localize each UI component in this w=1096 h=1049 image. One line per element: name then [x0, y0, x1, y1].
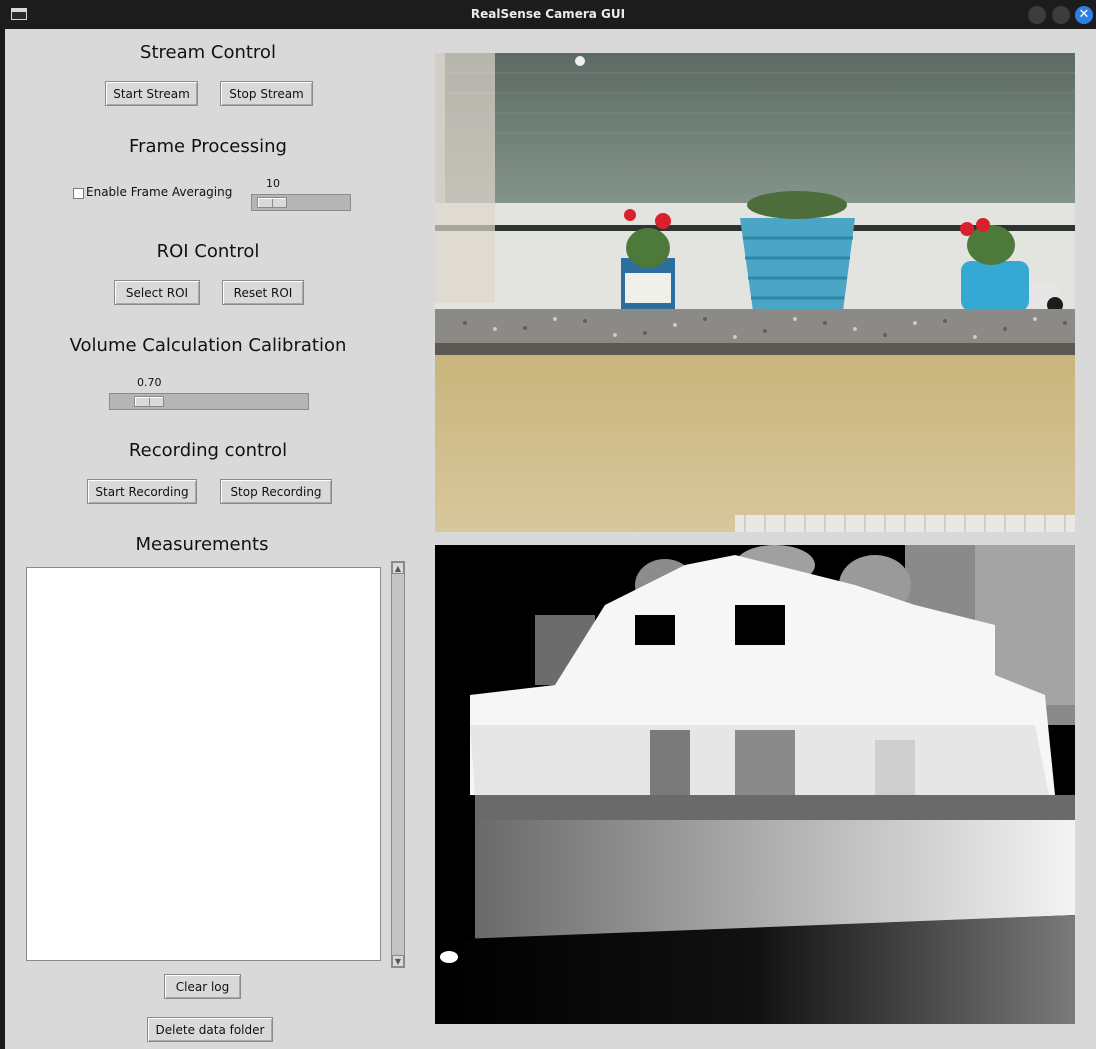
- depth-camera-image: [435, 545, 1075, 1024]
- calibration-scale-thumb[interactable]: [134, 396, 164, 407]
- reset-roi-button[interactable]: Reset ROI: [222, 280, 304, 305]
- close-icon: ✕: [1078, 7, 1090, 22]
- measurements-log[interactable]: [26, 567, 381, 961]
- frame-averaging-scale[interactable]: [251, 194, 351, 211]
- frame-processing-heading: Frame Processing: [129, 136, 287, 157]
- roi-control-heading: ROI Control: [156, 241, 260, 262]
- calibration-scale-value: 0.70: [137, 376, 162, 389]
- depth-camera-view: [435, 545, 1075, 1024]
- clear-log-button[interactable]: Clear log: [164, 974, 241, 999]
- close-button[interactable]: ✕: [1075, 6, 1093, 24]
- measurements-scrollbar[interactable]: ▲ ▼: [391, 561, 405, 968]
- title-bar: RealSense Camera GUI ✕: [0, 0, 1096, 28]
- frame-averaging-label: Enable Frame Averaging: [86, 185, 233, 199]
- stop-stream-button[interactable]: Stop Stream: [220, 81, 313, 106]
- maximize-button[interactable]: [1052, 6, 1070, 24]
- minimize-button[interactable]: [1028, 6, 1046, 24]
- select-roi-button[interactable]: Select ROI: [114, 280, 200, 305]
- measurements-heading: Measurements: [135, 534, 269, 555]
- start-stream-button[interactable]: Start Stream: [105, 81, 198, 106]
- stop-recording-button[interactable]: Stop Recording: [220, 479, 332, 504]
- calibration-scale[interactable]: [109, 393, 309, 410]
- stream-control-heading: Stream Control: [140, 42, 276, 63]
- start-recording-button[interactable]: Start Recording: [87, 479, 197, 504]
- window-title: RealSense Camera GUI: [470, 7, 626, 21]
- calibration-heading: Volume Calculation Calibration: [69, 335, 347, 356]
- frame-averaging-checkbox[interactable]: [73, 188, 84, 199]
- frame-averaging-scale-thumb[interactable]: [257, 197, 287, 208]
- scroll-down-icon[interactable]: ▼: [392, 955, 404, 967]
- color-camera-view: [435, 53, 1075, 532]
- scroll-up-icon[interactable]: ▲: [392, 562, 404, 574]
- color-camera-image: [435, 53, 1075, 532]
- main-window: Stream Control Start Stream Stop Stream …: [5, 29, 1096, 1049]
- frame-averaging-scale-value: 10: [266, 177, 280, 190]
- recording-heading: Recording control: [128, 440, 288, 461]
- delete-data-folder-button[interactable]: Delete data folder: [147, 1017, 273, 1042]
